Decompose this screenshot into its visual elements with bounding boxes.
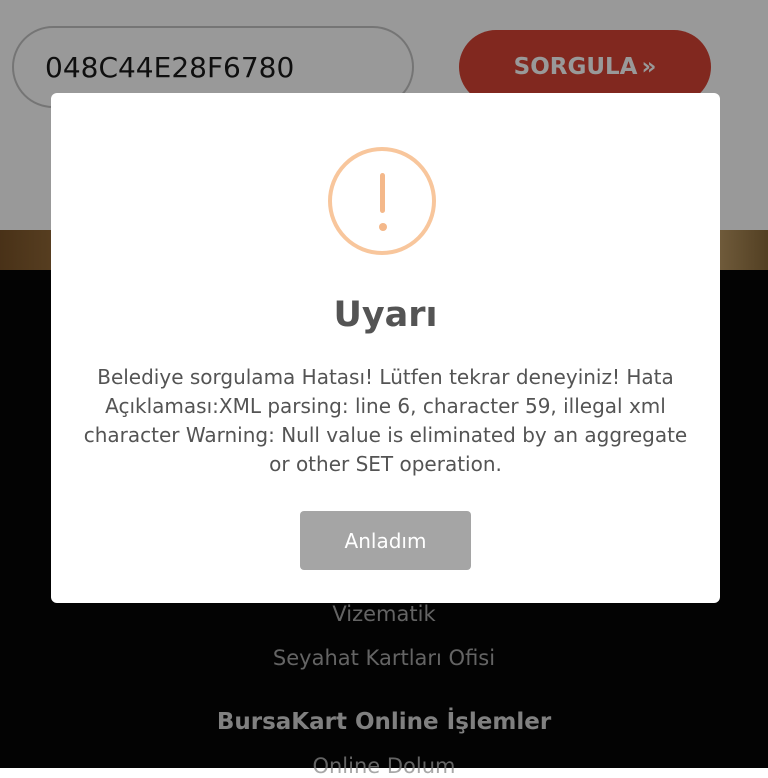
dialog-message: Belediye sorgulama Hatası! Lütfen tekrar…	[83, 365, 688, 476]
warning-exclamation-icon	[328, 147, 436, 255]
confirm-button[interactable]: Anladım	[300, 511, 471, 570]
dialog-title: Uyarı	[333, 295, 438, 335]
warning-dialog: Uyarı Belediye sorgulama Hatası! Lütfen …	[51, 93, 720, 603]
